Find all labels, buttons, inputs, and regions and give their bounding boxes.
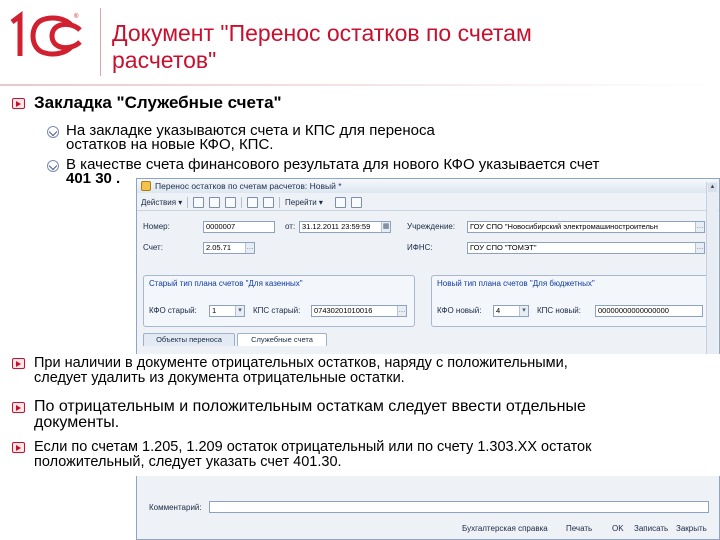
sub-bullet-2-line1: В качестве счета финансового результата … bbox=[66, 156, 600, 173]
inn-field[interactable]: ГОУ СПО "ТОМЭТ" … bbox=[467, 242, 705, 254]
new-kfo-label: КФО новый: bbox=[437, 306, 482, 315]
new-kps-label: КПС новый: bbox=[537, 306, 581, 315]
new-kps-field[interactable]: 00000000000000000 bbox=[595, 305, 703, 317]
logo-1c: ® bbox=[8, 8, 88, 64]
select-icon[interactable]: … bbox=[245, 243, 254, 253]
date-label: от: bbox=[285, 222, 296, 231]
tab-service-accounts[interactable]: Служебные счета bbox=[237, 333, 327, 346]
help-icon[interactable] bbox=[335, 197, 346, 208]
tab-transfer-objects[interactable]: Объекты переноса bbox=[143, 333, 235, 346]
document-icon bbox=[141, 181, 151, 191]
inn-label: ИФНС: bbox=[407, 243, 433, 252]
go-menu[interactable]: Перейти ▾ bbox=[285, 196, 323, 209]
old-kfo-value: 1 bbox=[212, 306, 217, 315]
old-kps-label: КПС старый: bbox=[253, 306, 301, 315]
note-1-line2: следует удалить из документа отрицательн… bbox=[34, 370, 405, 386]
select-icon[interactable]: … bbox=[695, 243, 704, 253]
header-divider bbox=[0, 84, 720, 86]
old-kfo-label: КФО старый: bbox=[149, 306, 197, 315]
toolbar-separator bbox=[279, 197, 280, 208]
new-plan-group-title: Новый тип плана счетов "Для бюджетных" bbox=[435, 279, 597, 288]
new-kfo-field[interactable]: 4 ▾ bbox=[493, 305, 529, 317]
institution-value: ГОУ СПО "Новосибирский электромашиностро… bbox=[470, 222, 658, 231]
bullet-icon bbox=[12, 442, 25, 453]
filter-icon[interactable] bbox=[351, 197, 362, 208]
account-field[interactable]: 2.05.71 … bbox=[203, 242, 255, 254]
old-kfo-field[interactable]: 1 ▾ bbox=[209, 305, 245, 317]
select-icon[interactable]: … bbox=[695, 222, 704, 232]
check-bullet-icon bbox=[47, 126, 59, 138]
sub-bullet-1-line2: остатков на новые КФО, КПС. bbox=[66, 136, 274, 153]
write-button[interactable]: Записать bbox=[634, 523, 668, 535]
structure-icon[interactable] bbox=[263, 197, 274, 208]
save-icon[interactable] bbox=[193, 197, 204, 208]
old-plan-group-title: Старый тип плана счетов "Для казенных" bbox=[147, 279, 305, 288]
scroll-up-icon[interactable]: ▲ bbox=[708, 183, 717, 192]
check-bullet-icon bbox=[47, 160, 59, 172]
post-icon[interactable] bbox=[209, 197, 220, 208]
copy-icon[interactable] bbox=[225, 197, 236, 208]
print-button[interactable]: Печать bbox=[566, 523, 592, 535]
comment-field[interactable] bbox=[209, 501, 709, 513]
new-kfo-value: 4 bbox=[496, 306, 501, 315]
actions-menu-label: Действия bbox=[141, 198, 177, 207]
date-value: 31.12.2011 23:59:59 bbox=[302, 222, 371, 231]
actions-menu[interactable]: Действия ▾ bbox=[141, 196, 182, 209]
old-kps-value: 07430201010016 bbox=[314, 306, 373, 315]
institution-field[interactable]: ГОУ СПО "Новосибирский электромашиностро… bbox=[467, 221, 705, 233]
note-3-line1: Если по счетам 1.205, 1.209 остаток отри… bbox=[34, 439, 592, 455]
window-titlebar[interactable]: Перенос остатков по счетам расчетов: Нов… bbox=[137, 179, 719, 193]
note-2-line2: документы. bbox=[34, 414, 120, 431]
refresh-icon[interactable] bbox=[247, 197, 258, 208]
sub-bullet-2-line2: 401 30 . bbox=[66, 170, 121, 187]
title-separator bbox=[100, 8, 101, 76]
note-1-line1: При наличии в документе отрицательных ос… bbox=[34, 355, 568, 371]
date-field[interactable]: 31.12.2011 23:59:59 ▦ bbox=[299, 221, 391, 233]
accounting-note-button[interactable]: Бухгалтерская справка bbox=[462, 523, 548, 535]
institution-label: Учреждение: bbox=[407, 222, 456, 231]
calendar-icon[interactable]: ▦ bbox=[381, 222, 390, 232]
bullet-tab-heading: Закладка "Служебные счета" bbox=[34, 93, 282, 112]
svg-text:®: ® bbox=[74, 13, 79, 20]
go-menu-label: Перейти bbox=[285, 198, 317, 207]
dropdown-icon[interactable]: ▾ bbox=[235, 306, 244, 316]
number-field[interactable]: 0000007 bbox=[203, 221, 275, 233]
bullet-icon bbox=[12, 358, 25, 369]
number-label: Номер: bbox=[143, 222, 170, 231]
slide-title: Документ "Перенос остатков по счетам рас… bbox=[112, 20, 532, 73]
close-button[interactable]: Закрыть bbox=[676, 523, 707, 535]
toolbar: Действия ▾ Перейти ▾ bbox=[137, 194, 719, 211]
bullet-icon bbox=[12, 98, 25, 109]
note-2-line1: По отрицательным и положительным остатка… bbox=[34, 398, 586, 415]
bullet-icon bbox=[12, 402, 25, 413]
account-value: 2.05.71 bbox=[206, 243, 232, 252]
window-title: Перенос остатков по счетам расчетов: Нов… bbox=[155, 181, 342, 191]
account-label: Счет: bbox=[143, 243, 163, 252]
note-3-line2: положительный, следует указать счет 401.… bbox=[34, 454, 342, 470]
inn-value: ГОУ СПО "ТОМЭТ" bbox=[470, 243, 537, 252]
ok-button[interactable]: OK bbox=[612, 523, 624, 535]
toolbar-separator bbox=[187, 197, 188, 208]
select-icon[interactable]: … bbox=[397, 306, 406, 316]
comment-label: Комментарий: bbox=[149, 503, 202, 512]
dropdown-icon[interactable]: ▾ bbox=[519, 306, 528, 316]
toolbar-separator bbox=[241, 197, 242, 208]
old-kps-field[interactable]: 07430201010016 … bbox=[311, 305, 407, 317]
